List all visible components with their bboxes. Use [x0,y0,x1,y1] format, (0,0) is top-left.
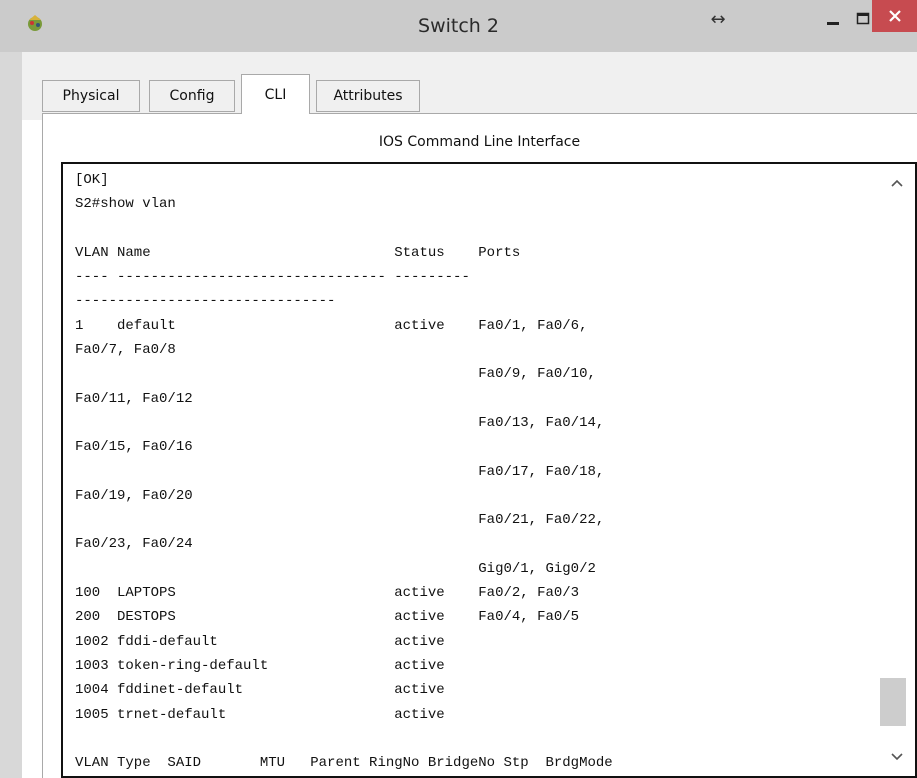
scrollbar-thumb[interactable] [880,678,906,726]
tab-config-label: Config [169,88,215,104]
cli-line: 1002 fddi-default active [75,633,445,650]
tab-cli-label: CLI [264,86,287,103]
cli-line: Fa0/17, Fa0/18, [75,463,605,480]
cli-line [75,727,875,751]
cli-line: Fa0/11, Fa0/12 [75,390,193,407]
cli-line: Fa0/21, Fa0/22, [75,512,605,529]
cli-line: 1003 token-ring-default active [75,657,445,674]
cli-line: Gig0/1, Gig0/2 [75,560,596,577]
cli-line: VLAN Type SAID MTU Parent RingNo BridgeN… [75,755,613,772]
window-title: Switch 2 [418,15,499,37]
tab-attributes-label: Attributes [333,88,403,104]
cli-line: 100 LAPTOPS active Fa0/2, Fa0/3 [75,585,580,602]
cli-line: Fa0/23, Fa0/24 [75,536,193,553]
cli-line: 1004 fddinet-default active [75,682,445,699]
cli-line: Fa0/19, Fa0/20 [75,487,193,504]
cli-line: ------------------------------- [75,293,336,310]
tab-attributes[interactable]: Attributes [316,80,420,112]
cli-line: ---- -------------------------------- --… [75,269,470,286]
scroll-down-icon[interactable] [878,746,915,768]
resize-arrows-icon[interactable]: ↔ [704,0,732,38]
close-icon[interactable] [872,0,917,32]
cli-line: Fa0/7, Fa0/8 [75,342,176,359]
cli-line: 1005 trnet-default active [75,706,445,723]
cli-line: VLAN Name Status Ports [75,244,521,261]
scroll-up-icon[interactable] [878,172,915,194]
cli-output[interactable]: [OK] S2#show vlan VLAN Name Status Ports -… [75,168,875,775]
cli-line: Fa0/9, Fa0/10, [75,366,596,383]
cli-line: Fa0/13, Fa0/14, [75,414,605,431]
title-bar[interactable]: Switch 2 ↔ [0,0,917,52]
tab-cli[interactable]: CLI [241,74,310,114]
vertical-scrollbar[interactable] [878,164,915,776]
tab-physical-label: Physical [62,88,120,104]
cli-console[interactable]: [OK] S2#show vlan VLAN Name Status Ports -… [61,162,917,778]
cli-line: S2#show vlan [75,196,176,213]
cli-line: Fa0/15, Fa0/16 [75,439,193,456]
tab-physical[interactable]: Physical [42,80,140,112]
tab-config[interactable]: Config [149,80,235,112]
cli-line: 200 DESTOPS active Fa0/4, Fa0/5 [75,609,580,626]
cli-line [75,217,875,241]
packet-tracer-icon [24,12,46,34]
cli-line: [OK] [75,172,109,188]
cli-panel-title: IOS Command Line Interface [378,134,581,150]
cli-line: 1 default active Fa0/1, Fa0/6, [75,317,588,334]
